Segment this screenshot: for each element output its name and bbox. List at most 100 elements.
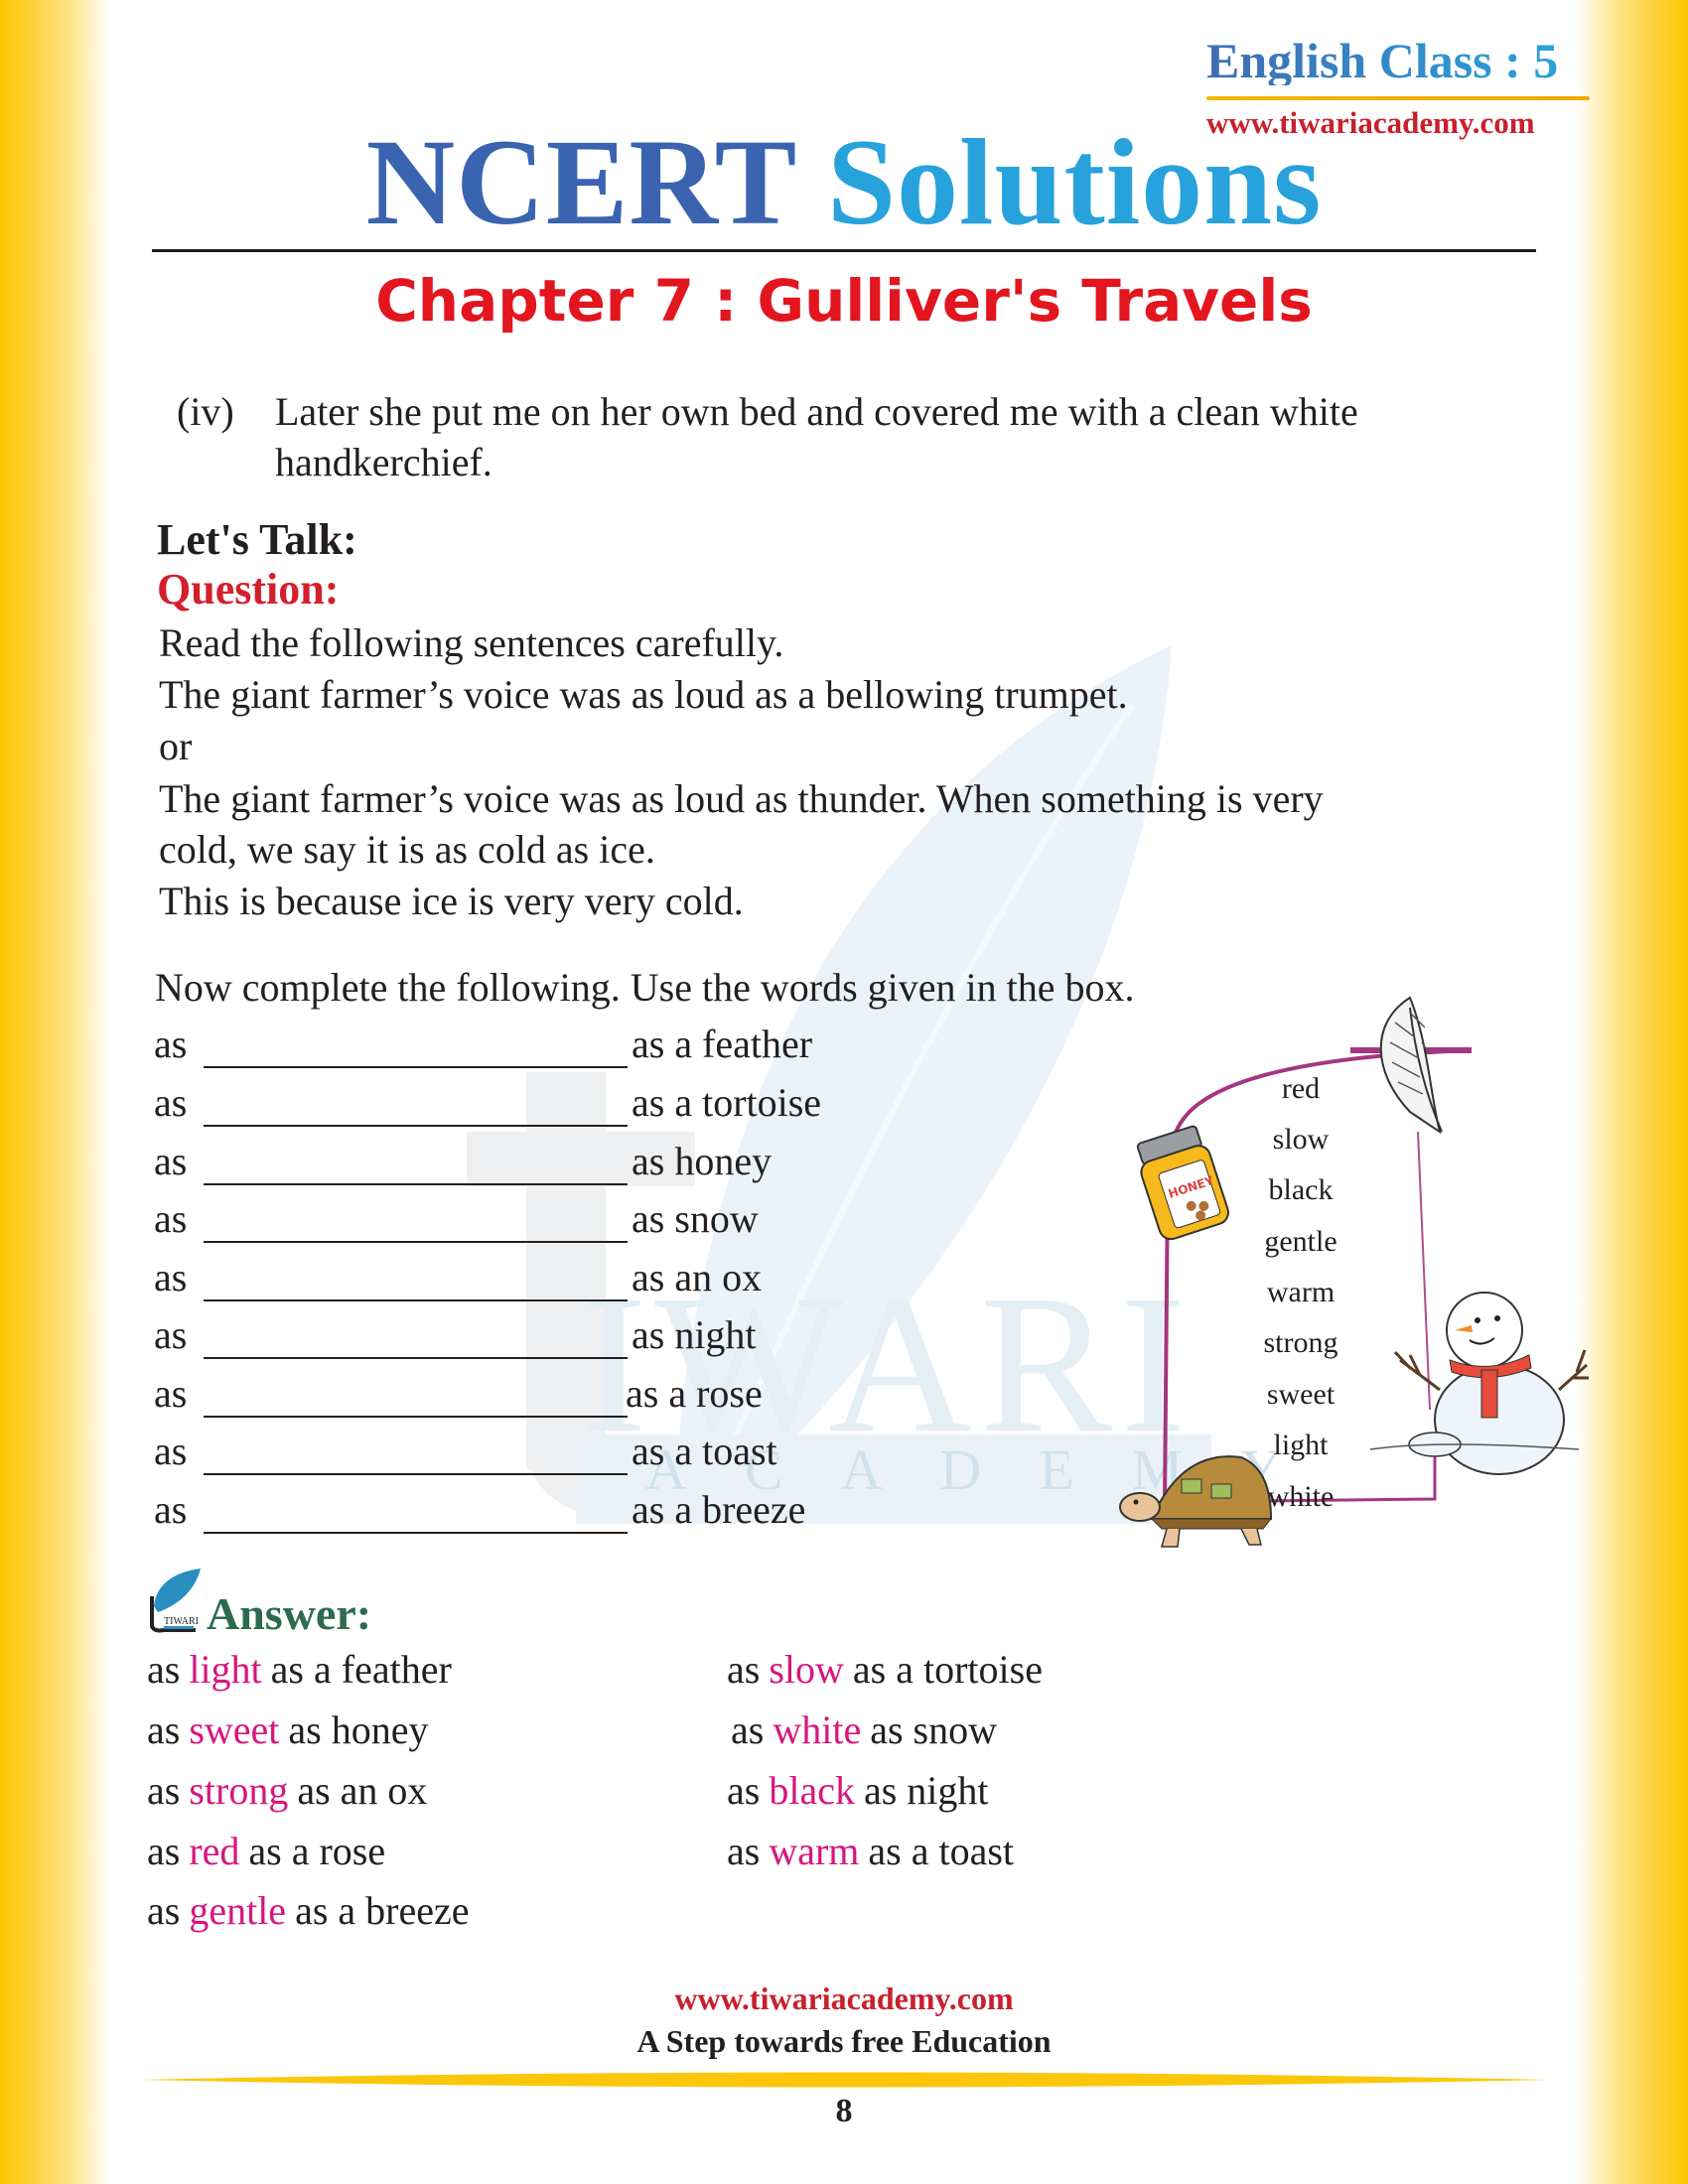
word-box-item: black xyxy=(1268,1173,1334,1206)
title-part-solutions: Solutions xyxy=(827,114,1323,250)
chapter-title: Chapter 7 : Gulliver's Travels xyxy=(375,267,1313,335)
header-divider xyxy=(152,249,1536,252)
answer-row: as red as a rose xyxy=(147,1832,385,1871)
answer-heading: Answer: xyxy=(207,1588,372,1639)
snowman-icon xyxy=(1369,1292,1589,1475)
answer-prefix: as xyxy=(727,1647,761,1692)
page-title: NCERT Solutions xyxy=(0,121,1688,244)
fill-prefix: as xyxy=(154,1429,188,1473)
paragraph-line: or xyxy=(159,724,193,768)
item-text-line-1: Later she put me on her own bed and cove… xyxy=(275,389,1358,434)
blank-line[interactable] xyxy=(204,1299,628,1301)
word-box: HONEY xyxy=(1119,996,1589,1548)
answer-prefix: as xyxy=(727,1768,761,1813)
item-numeral: (iv) xyxy=(177,389,234,434)
item-text-line-2: handkerchief. xyxy=(275,440,492,484)
class-label-underline xyxy=(1206,96,1590,100)
answer-prefix: as xyxy=(147,1829,181,1873)
blank-line[interactable] xyxy=(204,1357,628,1359)
logo-text: TIWARI xyxy=(164,1616,199,1627)
answer-word: white xyxy=(773,1707,862,1752)
answer-word: gentle xyxy=(189,1888,287,1933)
blank-line[interactable] xyxy=(204,1473,628,1475)
fill-prefix: as xyxy=(154,1487,188,1532)
answer-phrase: as a toast xyxy=(868,1829,1015,1873)
answer-word: warm xyxy=(769,1829,860,1873)
paragraph-line: This is because ice is very very cold. xyxy=(159,879,744,923)
answer-word: black xyxy=(769,1768,855,1813)
answer-word: red xyxy=(189,1829,240,1873)
answer-phrase: as night xyxy=(863,1768,989,1813)
answer-row: as sweet as honey xyxy=(147,1710,428,1750)
word-box-item: strong xyxy=(1263,1326,1338,1359)
fill-phrase: as honey xyxy=(632,1139,773,1183)
answer-row: as gentle as a breeze xyxy=(147,1891,469,1931)
tiwari-logo-icon: TIWARI xyxy=(150,1569,201,1633)
footer-site-link[interactable]: www.tiwariacademy.com xyxy=(0,1982,1688,2014)
answer-prefix: as xyxy=(731,1707,765,1752)
fill-phrase: as a breeze xyxy=(632,1487,806,1532)
exercise-instruction: Now complete the following. Use the word… xyxy=(155,965,1135,1010)
word-box-item: slow xyxy=(1272,1123,1330,1156)
answer-word: slow xyxy=(769,1647,844,1692)
fill-prefix: as xyxy=(154,1312,188,1357)
answer-row: as warm as a toast xyxy=(727,1832,1014,1871)
paragraph-line: The giant farmer’s voice was as loud as … xyxy=(159,776,1324,821)
answer-phrase: as a tortoise xyxy=(852,1647,1043,1692)
answer-row: as strong as an ox xyxy=(147,1771,427,1811)
answer-prefix: as xyxy=(147,1768,181,1813)
answer-row: as slow as a tortoise xyxy=(727,1650,1043,1690)
paragraph-line: cold, we say it is as cold as ice. xyxy=(159,827,655,872)
answer-prefix: as xyxy=(727,1829,761,1873)
class-label: English Class : 5 xyxy=(1206,33,1559,88)
fill-phrase: as a rose xyxy=(626,1371,763,1416)
word-box-item: white xyxy=(1267,1480,1335,1513)
answer-word: strong xyxy=(189,1768,289,1813)
word-box-item: red xyxy=(1281,1072,1321,1105)
blank-line[interactable] xyxy=(204,1532,628,1534)
fill-prefix: as xyxy=(154,1255,188,1299)
blank-line[interactable] xyxy=(204,1183,628,1185)
fill-phrase: as a feather xyxy=(632,1022,813,1066)
blank-line[interactable] xyxy=(204,1066,628,1068)
feather-icon xyxy=(1379,996,1443,1135)
fill-prefix: as xyxy=(154,1080,188,1125)
fill-phrase: as night xyxy=(632,1312,757,1357)
blank-line[interactable] xyxy=(204,1241,628,1243)
answer-phrase: as honey xyxy=(288,1707,429,1752)
blank-line[interactable] xyxy=(204,1416,628,1418)
answer-prefix: as xyxy=(147,1888,181,1933)
title-part-ncert: NCERT xyxy=(365,114,796,250)
answer-phrase: as a breeze xyxy=(295,1888,470,1933)
word-box-item: sweet xyxy=(1266,1378,1336,1411)
fill-phrase: as a tortoise xyxy=(632,1080,822,1125)
honey-jar-icon: HONEY xyxy=(1136,1125,1229,1241)
footer-swoosh-divider xyxy=(139,2072,1549,2088)
answer-row: as white as snow xyxy=(731,1710,997,1750)
paragraph-line: Read the following sentences carefully. xyxy=(159,620,784,665)
fill-phrase: as a toast xyxy=(632,1429,777,1473)
footer-tagline: A Step towards free Education xyxy=(636,2023,1052,2059)
page-number: 8 xyxy=(835,2093,853,2129)
fill-prefix: as xyxy=(154,1139,188,1183)
fill-prefix: as xyxy=(154,1196,188,1241)
word-box-item: warm xyxy=(1266,1276,1336,1308)
fill-prefix: as xyxy=(154,1371,188,1416)
word-box-item: gentle xyxy=(1264,1225,1337,1258)
answer-phrase: as an ox xyxy=(297,1768,428,1813)
answer-phrase: as a rose xyxy=(248,1829,386,1873)
fill-phrase: as snow xyxy=(632,1196,759,1241)
blank-line[interactable] xyxy=(204,1125,628,1127)
answer-word: light xyxy=(189,1647,262,1692)
answer-row: as black as night xyxy=(727,1771,989,1811)
answer-prefix: as xyxy=(147,1707,181,1752)
answer-word: sweet xyxy=(189,1707,280,1752)
answer-row: as light as a feather xyxy=(147,1650,452,1690)
fill-phrase: as an ox xyxy=(632,1255,763,1299)
fill-prefix: as xyxy=(154,1022,188,1066)
answer-prefix: as xyxy=(147,1647,181,1692)
answer-phrase: as a feather xyxy=(270,1647,452,1692)
question-label: Question: xyxy=(157,565,340,614)
section-heading-lets-talk: Let's Talk: xyxy=(157,515,357,564)
paragraph-line: The giant farmer’s voice was as loud as … xyxy=(159,672,1128,717)
